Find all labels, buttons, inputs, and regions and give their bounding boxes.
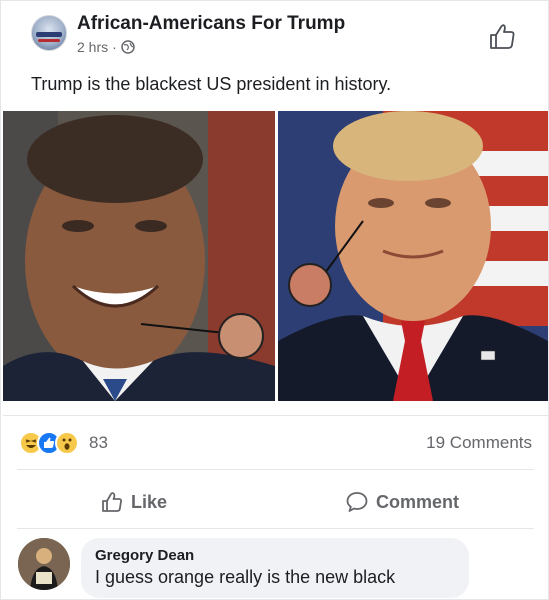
comment-author-link[interactable]: Gregory Dean: [95, 547, 455, 564]
comment-bubble: Gregory Dean I guess orange really is th…: [81, 538, 469, 598]
avatar-red-stripe: [38, 39, 60, 42]
post-timestamp[interactable]: 2 hrs: [77, 39, 108, 55]
divider: [17, 528, 534, 529]
speech-bubble-icon: [346, 491, 368, 513]
page-name-link[interactable]: African-Americans For Trump: [77, 13, 345, 35]
wow-reaction-icon: [55, 431, 79, 455]
like-page-icon[interactable]: [487, 21, 517, 51]
reactions-summary[interactable]: 83: [19, 431, 108, 455]
commenter-avatar[interactable]: [18, 538, 70, 590]
like-button-label: Like: [131, 491, 168, 512]
reaction-count: 83: [89, 433, 108, 452]
skin-swatch-left: [218, 313, 264, 359]
post-header: African-Americans For Trump 2 hrs ·: [1, 1, 549, 63]
page-avatar[interactable]: [31, 15, 67, 51]
meta-separator: ·: [112, 39, 117, 55]
comparison-photo[interactable]: [3, 111, 548, 401]
facebook-post: African-Americans For Trump 2 hrs · Trum…: [0, 0, 549, 600]
skin-swatch-right: [288, 263, 332, 307]
comment-button-label: Comment: [376, 491, 460, 512]
post-meta: 2 hrs ·: [77, 39, 135, 55]
globe-icon: [121, 40, 135, 54]
post-caption: Trump is the blackest US president in hi…: [31, 74, 392, 94]
reaction-icons: [19, 431, 81, 455]
avatar-flag-stripe: [36, 32, 62, 37]
comment-count-link[interactable]: 19 Comments: [426, 433, 532, 453]
thumbs-up-icon: [101, 491, 123, 513]
comment-button[interactable]: Comment: [346, 485, 459, 519]
comment-text: I guess orange really is the new black: [95, 567, 396, 587]
photo-bottom-strip: [3, 401, 548, 416]
divider: [17, 469, 534, 470]
like-button[interactable]: Like: [101, 485, 167, 519]
